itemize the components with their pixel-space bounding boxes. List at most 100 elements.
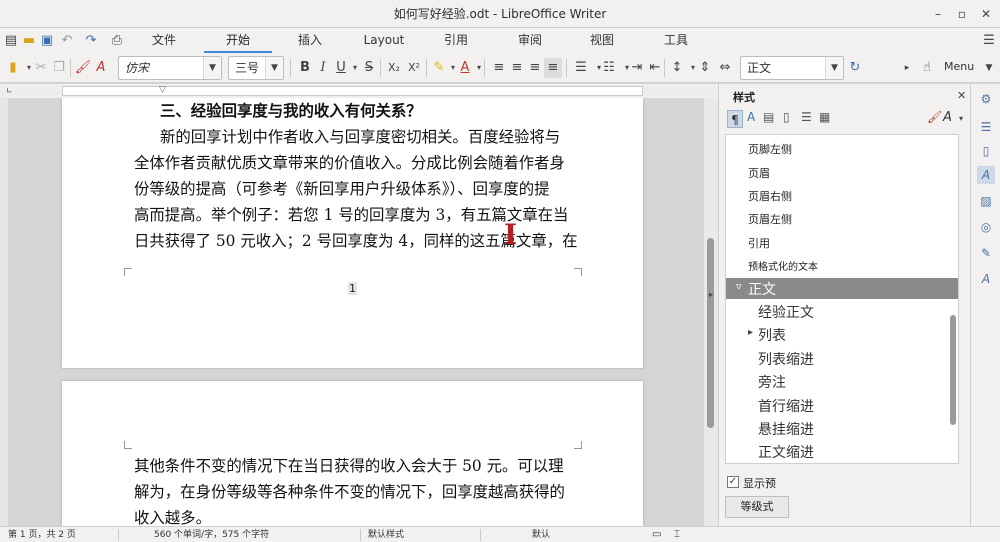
page-style[interactable]: 默认样式 — [368, 528, 404, 542]
style-list[interactable]: 页脚左侧 页眉 页眉右侧 页眉左侧 引用 预格式化的文本 ▿ 正文 经验正文 ▸… — [725, 134, 959, 464]
gallery-icon[interactable]: ▨ — [977, 192, 995, 210]
font-color-dropdown-icon[interactable]: ▾ — [470, 58, 488, 78]
character-styles-icon[interactable]: A — [747, 110, 755, 124]
vertical-scrollbar[interactable]: ▸ — [704, 98, 718, 526]
style-actions-dropdown-icon[interactable]: ▾ — [959, 114, 963, 123]
decrease-indent-icon[interactable]: ⇤ — [646, 58, 664, 78]
close-sidebar-icon[interactable]: ✕ — [957, 89, 966, 102]
paragraph-spacing-icon[interactable]: ⇕ — [696, 58, 714, 78]
print-icon[interactable]: ⎙ — [108, 31, 126, 51]
page-styles-icon[interactable]: ▯ — [783, 110, 790, 124]
fill-format-icon[interactable]: 🖌 — [927, 110, 942, 124]
scrollbar-thumb[interactable] — [707, 238, 714, 428]
list-item[interactable]: 悬挂缩进 — [758, 419, 814, 439]
chevron-right-icon[interactable]: ▸ — [748, 327, 753, 338]
chevron-down-icon[interactable]: ▿ — [736, 280, 742, 293]
styles-deck-icon[interactable]: A — [977, 166, 995, 184]
italic-button[interactable]: I — [314, 58, 332, 78]
new-style-icon[interactable]: A — [943, 110, 952, 125]
show-preview-checkbox[interactable]: ✓ — [727, 476, 739, 488]
insert-mode-icon[interactable]: ▭ — [652, 528, 661, 542]
selection-mode-icon[interactable]: ⌶ — [674, 528, 680, 542]
list-item[interactable]: 旁注 — [758, 372, 786, 392]
tab-layout[interactable]: Layout — [356, 28, 412, 53]
align-left-icon[interactable]: ≡ — [490, 58, 508, 78]
close-window-button[interactable]: ✕ — [976, 4, 996, 24]
style-list-scrollbar[interactable] — [950, 315, 956, 425]
page-count[interactable]: 第 1 页，共 2 页 — [8, 528, 76, 542]
clear-formatting-icon[interactable]: A — [92, 58, 110, 78]
indent-marker-icon[interactable]: ▽ — [159, 85, 166, 95]
properties-icon[interactable]: ☰ — [977, 118, 995, 136]
list-item[interactable]: 页眉右侧 — [748, 188, 792, 204]
open-folder-icon[interactable]: ▬ — [20, 31, 38, 51]
tab-file[interactable]: 文件 — [142, 28, 186, 53]
vertical-ruler[interactable] — [0, 98, 8, 526]
list-item[interactable]: 引用 — [748, 235, 770, 251]
paragraph-style-combo[interactable]: 正文 ▼ — [740, 56, 844, 80]
list-item[interactable]: 经验正文 — [758, 302, 814, 322]
font-name-combo[interactable]: 仿宋 ▼ — [118, 56, 222, 80]
collapse-sidebar-icon[interactable]: ▸ — [704, 288, 718, 302]
list-item[interactable]: 列表 — [758, 325, 786, 345]
design-icon[interactable]: A — [977, 270, 995, 288]
strikethrough-button[interactable]: S — [360, 58, 378, 78]
cut-icon[interactable]: ✂ — [32, 58, 50, 78]
bullet-list-icon[interactable]: ☰ — [572, 58, 590, 78]
new-document-icon[interactable]: ▤ — [2, 31, 20, 51]
numbered-list-icon[interactable]: ☷ — [600, 58, 618, 78]
menu-dropdown-icon[interactable]: ▼ — [980, 58, 998, 78]
page-1[interactable]: 三、经验回享度与我的收入有何关系？ 新的回享计划中作者收入与回享度密切相关。百度… — [62, 98, 643, 368]
font-size-combo[interactable]: 三号 ▼ — [228, 56, 284, 80]
copy-icon[interactable]: ❐ — [50, 58, 68, 78]
redo-icon[interactable]: ↷ — [82, 31, 100, 51]
chevron-down-icon[interactable]: ▼ — [203, 57, 221, 79]
undo-icon[interactable]: ↶ — [58, 31, 76, 51]
tab-insert[interactable]: 插入 — [288, 28, 332, 53]
chevron-down-icon[interactable]: ▼ — [825, 57, 843, 79]
tab-home[interactable]: 开始 — [204, 28, 272, 53]
justify-icon[interactable]: ≡ — [544, 58, 562, 78]
list-item[interactable]: 页脚左侧 — [748, 141, 792, 157]
maximize-button[interactable]: ▫ — [952, 4, 972, 24]
clone-formatting-icon[interactable]: 🖌 — [74, 58, 92, 78]
subscript-button[interactable]: X₂ — [384, 58, 404, 78]
manage-changes-icon[interactable]: ✎ — [977, 244, 995, 262]
gear-icon[interactable]: ⚙ — [977, 90, 995, 108]
language[interactable]: 默认 — [532, 528, 550, 542]
tab-review[interactable]: 审阅 — [508, 28, 552, 53]
frame-styles-icon[interactable]: ▤ — [763, 110, 774, 124]
indent-spacing-icon[interactable]: ⇔ — [716, 58, 734, 78]
chevron-down-icon[interactable]: ▼ — [265, 57, 283, 79]
paragraph-styles-icon[interactable]: ¶ — [727, 110, 743, 128]
tab-references[interactable]: 引用 — [434, 28, 478, 53]
hierarchy-button[interactable]: 等级式 — [725, 496, 789, 518]
list-item[interactable]: 首行缩进 — [758, 396, 814, 416]
table-styles-icon[interactable]: ▦ — [819, 110, 830, 124]
tab-view[interactable]: 视图 — [580, 28, 624, 53]
bold-button[interactable]: B — [296, 58, 314, 78]
superscript-button[interactable]: X² — [404, 58, 424, 78]
list-styles-icon[interactable]: ☰ — [801, 110, 812, 124]
minimize-button[interactable]: – — [928, 4, 948, 24]
hamburger-menu-icon[interactable]: ☰ — [980, 31, 998, 51]
save-icon[interactable]: ▣ — [38, 31, 56, 51]
menu-button[interactable]: Menu — [944, 60, 974, 73]
word-count[interactable]: 560 个单词/字，575 个字符 — [154, 528, 269, 542]
navigator-icon[interactable]: ◎ — [977, 218, 995, 236]
horizontal-ruler[interactable]: ▽ — [62, 85, 643, 96]
increase-indent-icon[interactable]: ⇥ — [628, 58, 646, 78]
list-item[interactable]: 列表缩进 — [758, 349, 814, 369]
update-style-icon[interactable]: ↻ — [846, 58, 864, 78]
document-canvas[interactable]: 三、经验回享度与我的收入有何关系？ 新的回享计划中作者收入与回享度密切相关。百度… — [8, 98, 710, 526]
list-item[interactable]: 页眉 — [748, 165, 770, 181]
list-item[interactable]: 正文缩进 — [758, 442, 814, 462]
tab-tools[interactable]: 工具 — [654, 28, 698, 53]
tab-stop-icon[interactable]: ∟ — [6, 86, 13, 95]
chevron-right-icon[interactable]: ▸ — [898, 58, 916, 78]
list-item[interactable]: 页眉左侧 — [748, 211, 792, 227]
styles-icon[interactable]: ☝ — [918, 58, 936, 78]
align-center-icon[interactable]: ≡ — [508, 58, 526, 78]
page-icon[interactable]: ▯ — [977, 142, 995, 160]
align-right-icon[interactable]: ≡ — [526, 58, 544, 78]
